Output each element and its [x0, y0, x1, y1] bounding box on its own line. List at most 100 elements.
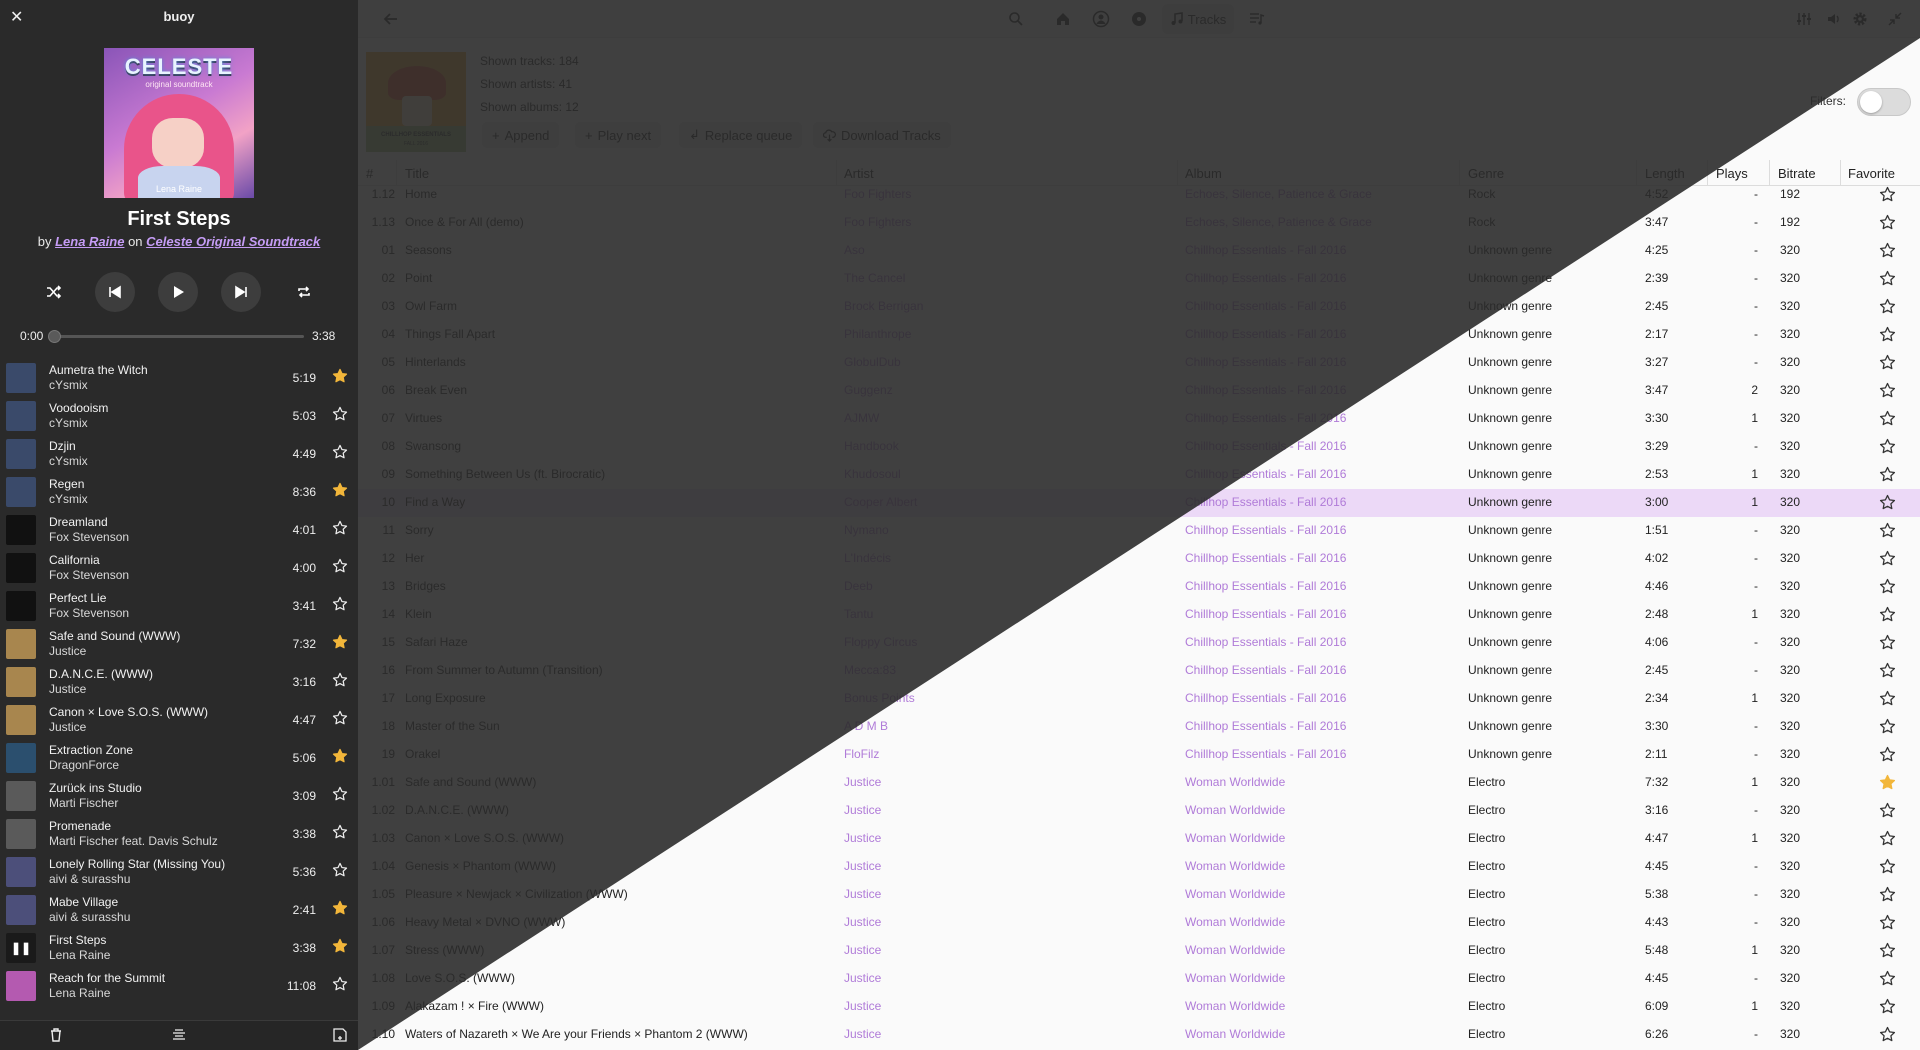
track-row[interactable]: 11 Sorry Nymano Chillhop Essentials - Fall …: [358, 517, 1920, 545]
queue-item[interactable]: California Fox Stevenson 4:00: [0, 548, 358, 586]
star-icon[interactable]: [1879, 382, 1896, 399]
track-album-link[interactable]: Woman Worldwide: [1185, 831, 1285, 845]
star-icon[interactable]: [1879, 466, 1896, 483]
track-row[interactable]: 08 Swansong Handbook Chillhop Essentials - …: [358, 433, 1920, 461]
star-icon[interactable]: [332, 976, 348, 992]
track-album-link[interactable]: Chillhop Essentials - Fall 2016: [1185, 607, 1346, 621]
col-genre[interactable]: Genre: [1468, 166, 1504, 181]
star-icon[interactable]: [1879, 242, 1896, 259]
star-icon[interactable]: [1879, 774, 1896, 791]
star-icon[interactable]: [1879, 914, 1896, 931]
track-artist-link[interactable]: The Cancel: [844, 271, 905, 285]
track-row[interactable]: 1.04 Genesis × Phantom (WWW) Justice Woman …: [358, 853, 1920, 881]
save-icon[interactable]: [332, 1027, 348, 1043]
star-icon[interactable]: [332, 596, 348, 612]
queue-item[interactable]: D.A.N.C.E. (WWW) Justice 3:16: [0, 662, 358, 700]
track-artist-link[interactable]: Floppy Circus: [844, 635, 917, 649]
col-number[interactable]: #: [366, 166, 373, 181]
track-artist-link[interactable]: A D M B: [844, 719, 888, 733]
track-album-link[interactable]: Chillhop Essentials - Fall 2016: [1185, 495, 1346, 509]
track-row[interactable]: 1.02 D.A.N.C.E. (WWW) Justice Woman Worldwi…: [358, 797, 1920, 825]
queue-item[interactable]: Regen cYsmix 8:36: [0, 472, 358, 510]
track-album-link[interactable]: Chillhop Essentials - Fall 2016: [1185, 663, 1346, 677]
track-artist-link[interactable]: AJMW: [844, 411, 879, 425]
track-row[interactable]: 18 Master of the Sun A D M B Chillhop Essen…: [358, 713, 1920, 741]
queue-item[interactable]: ❚❚ First Steps Lena Raine 3:38: [0, 928, 358, 966]
track-album-link[interactable]: Chillhop Essentials - Fall 2016: [1185, 747, 1346, 761]
star-icon[interactable]: [332, 900, 348, 916]
star-icon[interactable]: [1879, 186, 1896, 203]
track-row[interactable]: 03 Owl Farm Brock Berrigan Chillhop Essenti…: [358, 293, 1920, 321]
track-row[interactable]: 06 Break Even Guggenz Chillhop Essentials -…: [358, 377, 1920, 405]
track-row[interactable]: 1.07 Stress (WWW) Justice Woman Worldwide El…: [358, 937, 1920, 965]
star-icon[interactable]: [1879, 494, 1896, 511]
col-favorite[interactable]: Favorite: [1848, 166, 1895, 181]
queue-icon[interactable]: [171, 1027, 187, 1043]
track-row[interactable]: 09 Something Between Us (ft. Birocratic) K…: [358, 461, 1920, 489]
track-album-link[interactable]: Chillhop Essentials - Fall 2016: [1185, 551, 1346, 565]
queue-item[interactable]: Extraction Zone DragonForce 5:06: [0, 738, 358, 776]
track-row[interactable]: 12 Her L'Indécis Chillhop Essentials - Fall…: [358, 545, 1920, 573]
track-artist-link[interactable]: Handbook: [844, 439, 899, 453]
track-artist-link[interactable]: FloFilz: [844, 747, 879, 761]
track-row[interactable]: 19 Orakel FloFilz Chillhop Essentials - Fal…: [358, 741, 1920, 769]
star-icon[interactable]: [332, 634, 348, 650]
track-album-link[interactable]: Woman Worldwide: [1185, 999, 1285, 1013]
track-artist-link[interactable]: Guggenz: [844, 383, 893, 397]
track-album-link[interactable]: Woman Worldwide: [1185, 1027, 1285, 1041]
search-button[interactable]: [1005, 8, 1027, 30]
track-row[interactable]: 05 Hinterlands GlobulDub Chillhop Essential…: [358, 349, 1920, 377]
track-artist-link[interactable]: Aso: [844, 243, 865, 257]
col-album[interactable]: Album: [1185, 166, 1222, 181]
track-row[interactable]: 1.06 Heavy Metal × DVNO (WWW) Justice Woman…: [358, 909, 1920, 937]
track-artist-link[interactable]: Foo Fighters: [844, 215, 911, 229]
star-icon[interactable]: [1879, 802, 1896, 819]
track-row[interactable]: 1.01 Safe and Sound (WWW) Justice Woman Wor…: [358, 769, 1920, 797]
track-album-link[interactable]: Echoes, Silence, Patience & Grace: [1185, 215, 1372, 229]
queue-item[interactable]: Reach for the Summit Lena Raine 11:08: [0, 966, 358, 1004]
track-album-link[interactable]: Chillhop Essentials - Fall 2016: [1185, 271, 1346, 285]
seek-handle[interactable]: [48, 330, 61, 343]
track-album-link[interactable]: Woman Worldwide: [1185, 943, 1285, 957]
play-next-button[interactable]: + Play next: [575, 122, 662, 148]
track-album-link[interactable]: Chillhop Essentials - Fall 2016: [1185, 719, 1346, 733]
track-row[interactable]: 04 Things Fall Apart Philanthrope Chillhop …: [358, 321, 1920, 349]
star-icon[interactable]: [1879, 410, 1896, 427]
track-album-link[interactable]: Chillhop Essentials - Fall 2016: [1185, 327, 1346, 341]
track-artist-link[interactable]: Cooper Albert: [844, 495, 917, 509]
append-button[interactable]: + Append: [482, 122, 560, 148]
star-icon[interactable]: [1879, 858, 1896, 875]
queue-item[interactable]: Voodooism cYsmix 5:03: [0, 396, 358, 434]
track-row[interactable]: 1.08 Love S.O.S. (WWW) Justice Woman Worldw…: [358, 965, 1920, 993]
star-icon[interactable]: [332, 710, 348, 726]
track-artist-link[interactable]: Nymano: [844, 523, 889, 537]
track-artist-link[interactable]: Justice: [844, 775, 881, 789]
queue-item[interactable]: Perfect Lie Fox Stevenson 3:41: [0, 586, 358, 624]
track-artist-link[interactable]: GlobulDub: [844, 355, 901, 369]
replace-queue-button[interactable]: ↲ Replace queue: [679, 122, 803, 148]
queue-item[interactable]: Mabe Village aivi & surasshu 2:41: [0, 890, 358, 928]
track-artist-link[interactable]: Brock Berrigan: [844, 299, 923, 313]
star-icon[interactable]: [1879, 718, 1896, 735]
track-artist-link[interactable]: Philanthrope: [844, 327, 911, 341]
star-icon[interactable]: [332, 786, 348, 802]
star-icon[interactable]: [332, 824, 348, 840]
col-artist[interactable]: Artist: [844, 166, 874, 181]
track-artist-link[interactable]: Justice: [844, 831, 881, 845]
star-icon[interactable]: [1879, 270, 1896, 287]
equalizer-button[interactable]: [1793, 8, 1815, 30]
track-artist-link[interactable]: Deeb: [844, 579, 873, 593]
star-icon[interactable]: [1879, 298, 1896, 315]
star-icon[interactable]: [1879, 578, 1896, 595]
seek-bar[interactable]: [48, 330, 304, 343]
star-icon[interactable]: [1879, 662, 1896, 679]
track-album-link[interactable]: Chillhop Essentials - Fall 2016: [1185, 411, 1346, 425]
star-icon[interactable]: [332, 520, 348, 536]
track-artist-link[interactable]: Justice: [844, 887, 881, 901]
track-artist-link[interactable]: Bonus Points: [844, 691, 915, 705]
star-icon[interactable]: [1879, 690, 1896, 707]
albums-button[interactable]: [1128, 8, 1150, 30]
star-icon[interactable]: [332, 406, 348, 422]
track-album-link[interactable]: Chillhop Essentials - Fall 2016: [1185, 299, 1346, 313]
queue-item[interactable]: Aumetra the Witch cYsmix 5:19: [0, 358, 358, 396]
